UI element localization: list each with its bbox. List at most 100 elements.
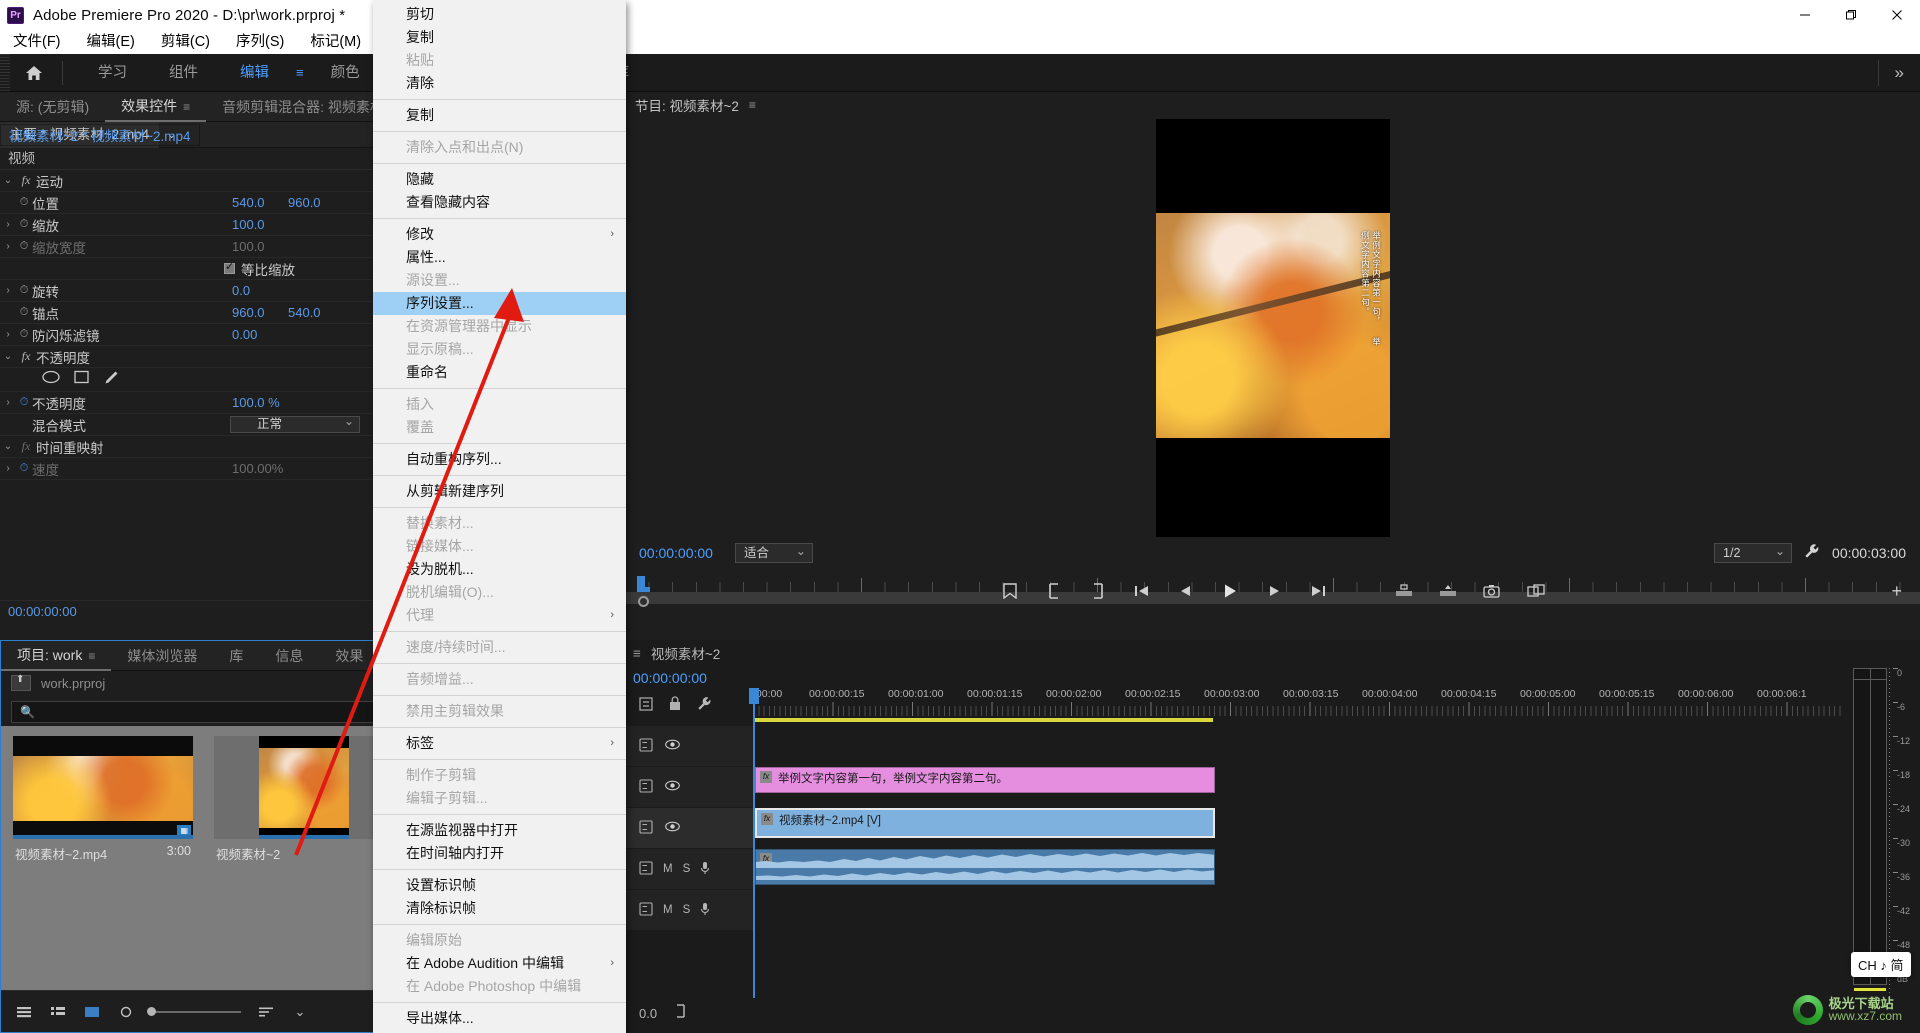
zoom-handle-icon[interactable] [117, 1004, 135, 1020]
rect-mask-icon[interactable] [74, 370, 89, 389]
menu-item-properties[interactable]: 属性... [373, 246, 626, 269]
program-monitor-stage[interactable]: 举例文字内容第一句， 举例文字内容第二句。 [625, 118, 1920, 538]
sync-lock-icon[interactable] [639, 696, 653, 716]
home-icon[interactable] [10, 54, 58, 92]
solo-track-button[interactable]: S [683, 863, 691, 875]
timeline-timecode[interactable]: 00:00:00:00 [633, 670, 707, 686]
step-forward-icon[interactable] [1263, 580, 1285, 602]
meter-frame[interactable] [1853, 668, 1887, 985]
panel-menu-icon[interactable]: ≡ [633, 646, 641, 661]
current-timecode[interactable]: 00:00:00:00 [639, 545, 713, 561]
menu-item-rename[interactable]: 重命名 [373, 361, 626, 384]
mute-track-button[interactable]: M [663, 863, 673, 875]
property-value-y[interactable]: 960.0 [288, 195, 321, 210]
track-volume-value[interactable]: 0.0 [639, 1006, 657, 1021]
lift-icon[interactable] [1393, 580, 1415, 602]
menu-marker[interactable]: 标记(M) [297, 30, 374, 54]
workspace-tab-editing[interactable]: 编辑 [219, 54, 290, 92]
menu-item-cut[interactable]: 剪切 [373, 3, 626, 26]
close-button[interactable] [1874, 0, 1920, 30]
twirl-down-icon[interactable]: ⌄ [0, 351, 16, 362]
menu-item-set-poster-frame[interactable]: 设置标识帧 [373, 874, 626, 897]
uniform-scale-checkbox[interactable] [224, 260, 235, 274]
out-point-icon[interactable] [673, 1003, 687, 1023]
button-editor-icon[interactable]: + [1891, 581, 1902, 602]
settings-wrench-icon[interactable] [697, 696, 712, 716]
property-value-x[interactable]: 540.0 [232, 195, 265, 210]
track-header-v3[interactable] [625, 726, 753, 766]
menu-file[interactable]: 文件(F) [0, 30, 74, 54]
video-preview[interactable]: 举例文字内容第一句， 举例文字内容第二句。 [1155, 119, 1390, 537]
list-item[interactable]: 视频素材~2 [214, 736, 394, 868]
tab-audio-clip-mixer[interactable]: 音频剪辑混合器: 视频素材 [206, 92, 400, 122]
timeline-clip-title[interactable]: fx 举例文字内容第一句，举例文字内容第二句。 [755, 767, 1215, 793]
menu-item-edit-in-audition[interactable]: 在 Adobe Audition 中编辑 › [373, 952, 626, 975]
tab-media-browser[interactable]: 媒体浏览器 [111, 641, 213, 671]
menu-item-auto-reframe-sequence[interactable]: 自动重构序列... [373, 448, 626, 471]
track-header-v1[interactable] [625, 808, 753, 848]
track-header-a2[interactable]: M S [625, 890, 753, 930]
menu-item-clear[interactable]: 清除 [373, 72, 626, 95]
go-to-out-icon[interactable] [1307, 580, 1329, 602]
go-to-in-icon[interactable] [1131, 580, 1153, 602]
panel-menu-icon[interactable]: ≡ [183, 100, 190, 114]
twirl-down-icon[interactable]: ⌄ [0, 441, 16, 452]
solo-track-button[interactable]: S [683, 904, 691, 916]
clip-thumbnail[interactable] [214, 736, 394, 839]
mark-out-icon[interactable] [1087, 580, 1109, 602]
twirl-right-icon[interactable]: › [0, 463, 16, 474]
settings-wrench-icon[interactable] [1804, 543, 1820, 564]
timeline-clip-audio[interactable]: fx [755, 849, 1215, 885]
toggle-sync-lock-icon[interactable] [639, 860, 653, 878]
stopwatch-icon[interactable]: ⏱ [16, 196, 32, 209]
eye-icon[interactable] [665, 780, 680, 794]
property-value-x[interactable]: 960.0 [232, 305, 265, 320]
tab-effects[interactable]: 效果 [319, 641, 379, 671]
ellipse-mask-icon[interactable] [42, 370, 60, 389]
workspace-overflow-icon[interactable]: » [1877, 59, 1920, 86]
menu-item-label[interactable]: 标签 › [373, 732, 626, 755]
freeform-view-icon[interactable] [83, 1004, 101, 1020]
chevron-down-icon[interactable]: ⌄ [291, 1004, 309, 1020]
twirl-right-icon[interactable]: › [0, 219, 16, 230]
menu-item-new-sequence-from-clip[interactable]: 从剪辑新建序列 [373, 480, 626, 503]
workspace-menu-icon[interactable]: ≡ [290, 65, 310, 80]
menu-item-hide[interactable]: 隐藏 [373, 168, 626, 191]
menu-edit[interactable]: 编辑(E) [74, 30, 148, 54]
menu-item-duplicate[interactable]: 复制 [373, 104, 626, 127]
timeline-clip-video[interactable]: fx 视频素材~2.mp4 [V] [755, 808, 1215, 838]
mute-track-button[interactable]: M [663, 904, 673, 916]
property-value[interactable]: 0.0 [232, 283, 250, 298]
eye-icon[interactable] [665, 821, 680, 835]
list-item[interactable]: ▦ 视频素材~2.mp4 3:00 [13, 736, 193, 868]
twirl-right-icon[interactable]: › [0, 397, 16, 408]
thumbnail-size-slider[interactable] [147, 1006, 241, 1016]
workspace-tab-color[interactable]: 颜色 [310, 54, 381, 92]
stopwatch-icon-active[interactable]: ⏱ [16, 396, 32, 409]
list-view-icon[interactable] [15, 1004, 33, 1020]
toggle-sync-lock-icon[interactable] [639, 737, 653, 755]
tab-source-monitor[interactable]: 源: (无剪辑) [0, 92, 105, 122]
track-body-v1[interactable]: fx 视频素材~2.mp4 [V] [753, 807, 1860, 849]
menu-sequence[interactable]: 序列(S) [223, 30, 297, 54]
menu-item-open-in-timeline[interactable]: 在时间轴内打开 [373, 842, 626, 865]
menu-item-view-hidden[interactable]: 查看隐藏内容 [373, 191, 626, 214]
tab-effect-controls[interactable]: 效果控件 ≡ [105, 91, 206, 122]
clip-thumbnail[interactable]: ▦ [13, 736, 193, 839]
stopwatch-icon-active[interactable]: ⏱ [16, 462, 32, 475]
timeline-playhead[interactable] [753, 688, 755, 998]
eye-icon[interactable] [665, 739, 680, 753]
tab-libraries[interactable]: 库 [213, 641, 259, 671]
tab-project[interactable]: 项目: work ≡ [1, 640, 111, 671]
track-header-a1[interactable]: M S [625, 849, 753, 889]
comparison-view-icon[interactable] [1525, 580, 1547, 602]
blend-mode-select[interactable]: 正常 [230, 414, 360, 433]
stopwatch-icon[interactable]: ⏱ [16, 284, 32, 297]
track-body-v2[interactable]: fx 举例文字内容第一句，举例文字内容第二句。 [753, 767, 1860, 807]
panel-menu-icon[interactable]: ≡ [88, 649, 95, 663]
toggle-sync-lock-icon[interactable] [639, 819, 653, 837]
menu-item-modify[interactable]: 修改 › [373, 223, 626, 246]
parent-bin-icon[interactable] [11, 674, 31, 691]
work-area-bar[interactable] [753, 718, 1213, 722]
menu-item-make-offline[interactable]: 设为脱机... [373, 558, 626, 581]
